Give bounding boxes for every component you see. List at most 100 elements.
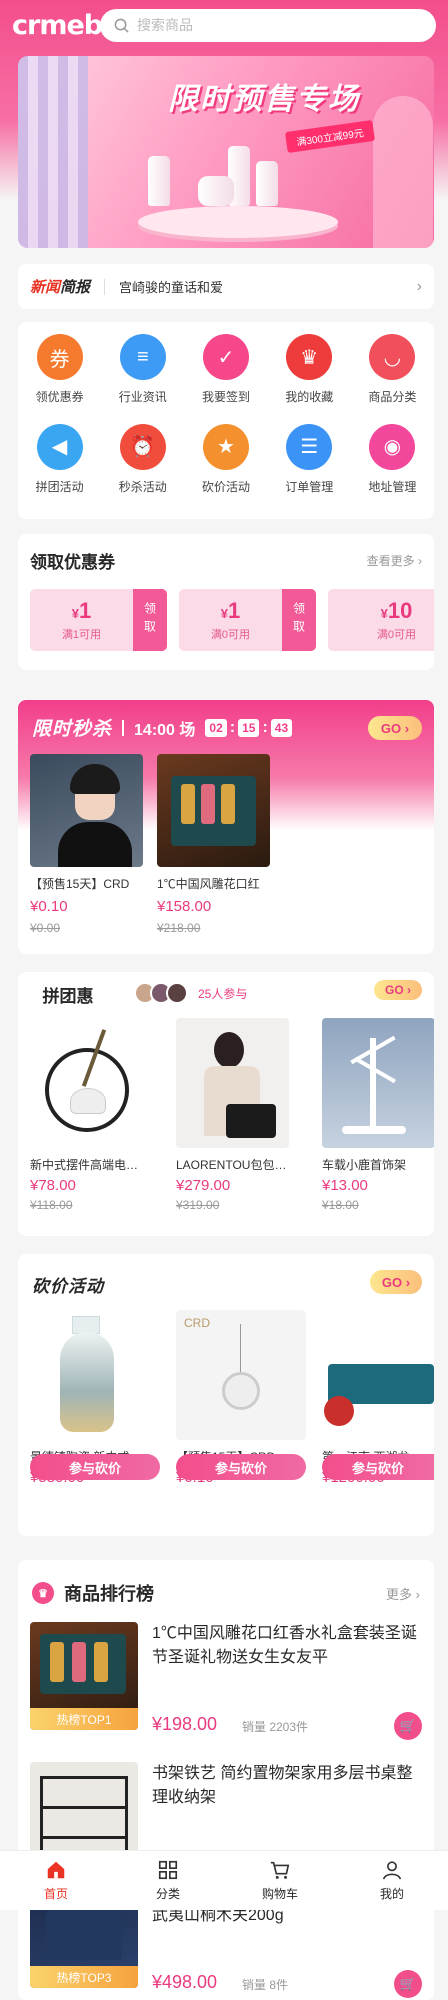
- product-original-price: ¥118.00: [30, 1198, 73, 1212]
- product-price: ¥158.00: [157, 898, 212, 915]
- menu-grid: 券领优惠券 ≡ 行业资讯 ✓ 我要签到 ♛ 我的收藏 ◡ 商品分类 ◀ 拼团活动 ⏰ 秒杀活…: [18, 322, 434, 519]
- product-price: ¥498.00: [152, 1972, 218, 1992]
- product-image: 热榜TOP1: [30, 1622, 138, 1730]
- product-image: [176, 1018, 289, 1148]
- search-icon: [114, 18, 129, 33]
- crown-icon: ♛: [286, 334, 333, 380]
- participant-count: 25人参与: [198, 986, 248, 1001]
- menu-item-group[interactable]: ◀ 拼团活动: [18, 423, 101, 508]
- coupon-more-link[interactable]: 查看更多 ›: [367, 552, 422, 569]
- menu-item-seckill[interactable]: ⏰ 秒杀活动: [101, 423, 184, 508]
- menu-item-category[interactable]: ◡ 商品分类: [351, 334, 434, 418]
- bargain-section: 砍价活动 GO › 景德镇陶瓷 新中式… ¥580.00 参与砍价 CRD 【预…: [18, 1254, 434, 1536]
- product-price: ¥198.00: [152, 1714, 218, 1734]
- join-bargain-button[interactable]: 参与砍价: [30, 1454, 160, 1480]
- location-icon: ◉: [369, 423, 416, 470]
- news-icon: ≡: [119, 334, 166, 380]
- product-name: LAORENTOU包包…: [176, 1158, 287, 1172]
- banner-bottle: [148, 156, 170, 206]
- seckill-product[interactable]: 【预售15天】CRD ¥0.10 ¥0.00: [30, 754, 145, 935]
- participant-avatars: 25人参与: [134, 982, 247, 1004]
- ranking-section: ♛ 商品排行榜 更多 › 热榜TOP1 1℃中国风雕花口红香水礼盒套装圣诞节圣诞礼…: [18, 1560, 434, 2000]
- bottom-tab-bar: 首页 分类 购物车 我的: [0, 1850, 448, 1910]
- banner-stage: [138, 206, 338, 238]
- countdown-minutes: 15: [238, 718, 260, 737]
- group-go-button[interactable]: GO ›: [374, 980, 422, 1000]
- megaphone-icon: ◀: [36, 423, 83, 470]
- bag-icon: ◡: [369, 334, 416, 380]
- coupon-amount: 10: [387, 598, 413, 623]
- group-product[interactable]: LAORENTOU包包… ¥279.00 ¥319.00: [176, 1018, 291, 1212]
- product-price: ¥78.00: [30, 1177, 76, 1194]
- join-bargain-button[interactable]: 参与砍价: [322, 1454, 434, 1480]
- ranking-item[interactable]: 热榜TOP1 1℃中国风雕花口红香水礼盒套装圣诞节圣诞礼物送女生女友平 ¥198…: [30, 1622, 422, 1752]
- search-placeholder: 搜索商品: [137, 17, 193, 33]
- ranking-title: 商品排行榜: [64, 1584, 154, 1604]
- search-input[interactable]: 搜索商品: [100, 8, 436, 42]
- group-buy-section: 拼团惠 25人参与 GO › 新中式摆件高端电… ¥78.00 ¥118.00 …: [18, 972, 434, 1236]
- tab-home[interactable]: 首页: [0, 1851, 112, 1910]
- join-bargain-button[interactable]: 参与砍价: [176, 1454, 306, 1480]
- menu-item-orders[interactable]: ☰ 订单管理: [268, 423, 351, 508]
- product-name: 1℃中国风雕花口红: [157, 877, 260, 891]
- divider: [122, 719, 125, 736]
- tab-cart[interactable]: 购物车: [224, 1851, 336, 1910]
- product-image: [30, 1310, 160, 1440]
- seckill-product[interactable]: 1℃中国风雕花口红 ¥158.00 ¥218.00: [157, 754, 272, 935]
- coupon-icon: 券: [36, 334, 83, 380]
- product-name: 【预售15天】CRD: [30, 877, 130, 891]
- group-product[interactable]: 新中式摆件高端电… ¥78.00 ¥118.00: [30, 1018, 145, 1212]
- menu-item-signin[interactable]: ✓ 我要签到: [184, 334, 267, 418]
- order-icon: ☰: [286, 423, 333, 470]
- product-original-price: ¥0.00: [30, 921, 61, 935]
- group-product[interactable]: 车载小鹿首饰架 ¥13.00 ¥18.00: [322, 1018, 434, 1212]
- menu-item-news[interactable]: ≡ 行业资讯: [101, 334, 184, 418]
- product-sales: 销量 2203件: [242, 1720, 309, 1734]
- cart-icon: [270, 1861, 290, 1879]
- coupon-condition: 满1可用: [61, 629, 102, 641]
- coupon-section: 领取优惠券 查看更多 › ¥1 满1可用 领取 ¥1 满0可用 领取 ¥10 满0可用: [18, 534, 434, 670]
- logo: crmeb: [12, 9, 103, 41]
- banner-ribbon: 满300立减99元: [284, 119, 375, 154]
- promo-banner[interactable]: 限时预售专场 满300立减99元: [18, 56, 434, 248]
- tab-category[interactable]: 分类: [112, 1851, 224, 1910]
- coupon-card[interactable]: ¥10 满0可用: [328, 589, 434, 651]
- group-title: 拼团惠: [42, 986, 94, 1006]
- product-image: [30, 1018, 143, 1148]
- add-to-cart-button[interactable]: 🛒: [394, 1712, 422, 1740]
- banner-title: 限时预售专场: [168, 83, 360, 116]
- product-price: ¥279.00: [176, 1177, 231, 1194]
- chevron-right-icon: ›: [416, 277, 422, 295]
- avatar: [166, 982, 188, 1004]
- badge-icon: ★: [202, 423, 249, 470]
- product-original-price: ¥218.00: [157, 921, 201, 935]
- claim-button[interactable]: 领取: [282, 589, 316, 651]
- news-bar[interactable]: 新闻简报 宫崎骏的童话和爱 ›: [18, 264, 434, 309]
- claim-button[interactable]: 领取: [133, 589, 167, 651]
- home-icon: [47, 1861, 65, 1879]
- bargain-go-button[interactable]: GO ›: [370, 1270, 422, 1294]
- coupon-condition: 满0可用: [210, 629, 251, 641]
- coupon-amount: 1: [227, 598, 241, 623]
- product-name: 书架铁艺 简约置物架家用多层书桌整理收纳架: [152, 1765, 413, 1806]
- product-price: ¥0.10: [30, 898, 68, 915]
- product-image: CRD: [176, 1310, 306, 1440]
- seckill-title: 限时秒杀: [32, 719, 113, 740]
- menu-item-bargain[interactable]: ★ 砍价活动: [184, 423, 267, 508]
- coupon-card[interactable]: ¥1 满1可用 领取: [30, 589, 167, 651]
- coupon-card[interactable]: ¥1 满0可用 领取: [179, 589, 316, 651]
- ranking-more-link[interactable]: 更多 ›: [386, 1584, 420, 1603]
- product-sales: 销量 8件: [242, 1978, 289, 1992]
- add-to-cart-button[interactable]: 🛒: [394, 1970, 422, 1998]
- product-name: 1℃中国风雕花口红香水礼盒套装圣诞节圣诞礼物送女生女友平: [152, 1625, 417, 1666]
- seckill-go-button[interactable]: GO ›: [368, 716, 422, 740]
- menu-item-coupon[interactable]: 券领优惠券: [18, 334, 101, 418]
- menu-item-favorites[interactable]: ♛ 我的收藏: [268, 334, 351, 418]
- tab-profile[interactable]: 我的: [336, 1851, 448, 1910]
- product-original-price: ¥18.00: [322, 1198, 359, 1212]
- countdown-seconds: 43: [270, 718, 293, 737]
- header: crmeb 搜索商品: [0, 0, 448, 50]
- menu-item-address[interactable]: ◉ 地址管理: [351, 423, 434, 508]
- banner-curtain: [18, 56, 88, 248]
- divider: [104, 278, 106, 295]
